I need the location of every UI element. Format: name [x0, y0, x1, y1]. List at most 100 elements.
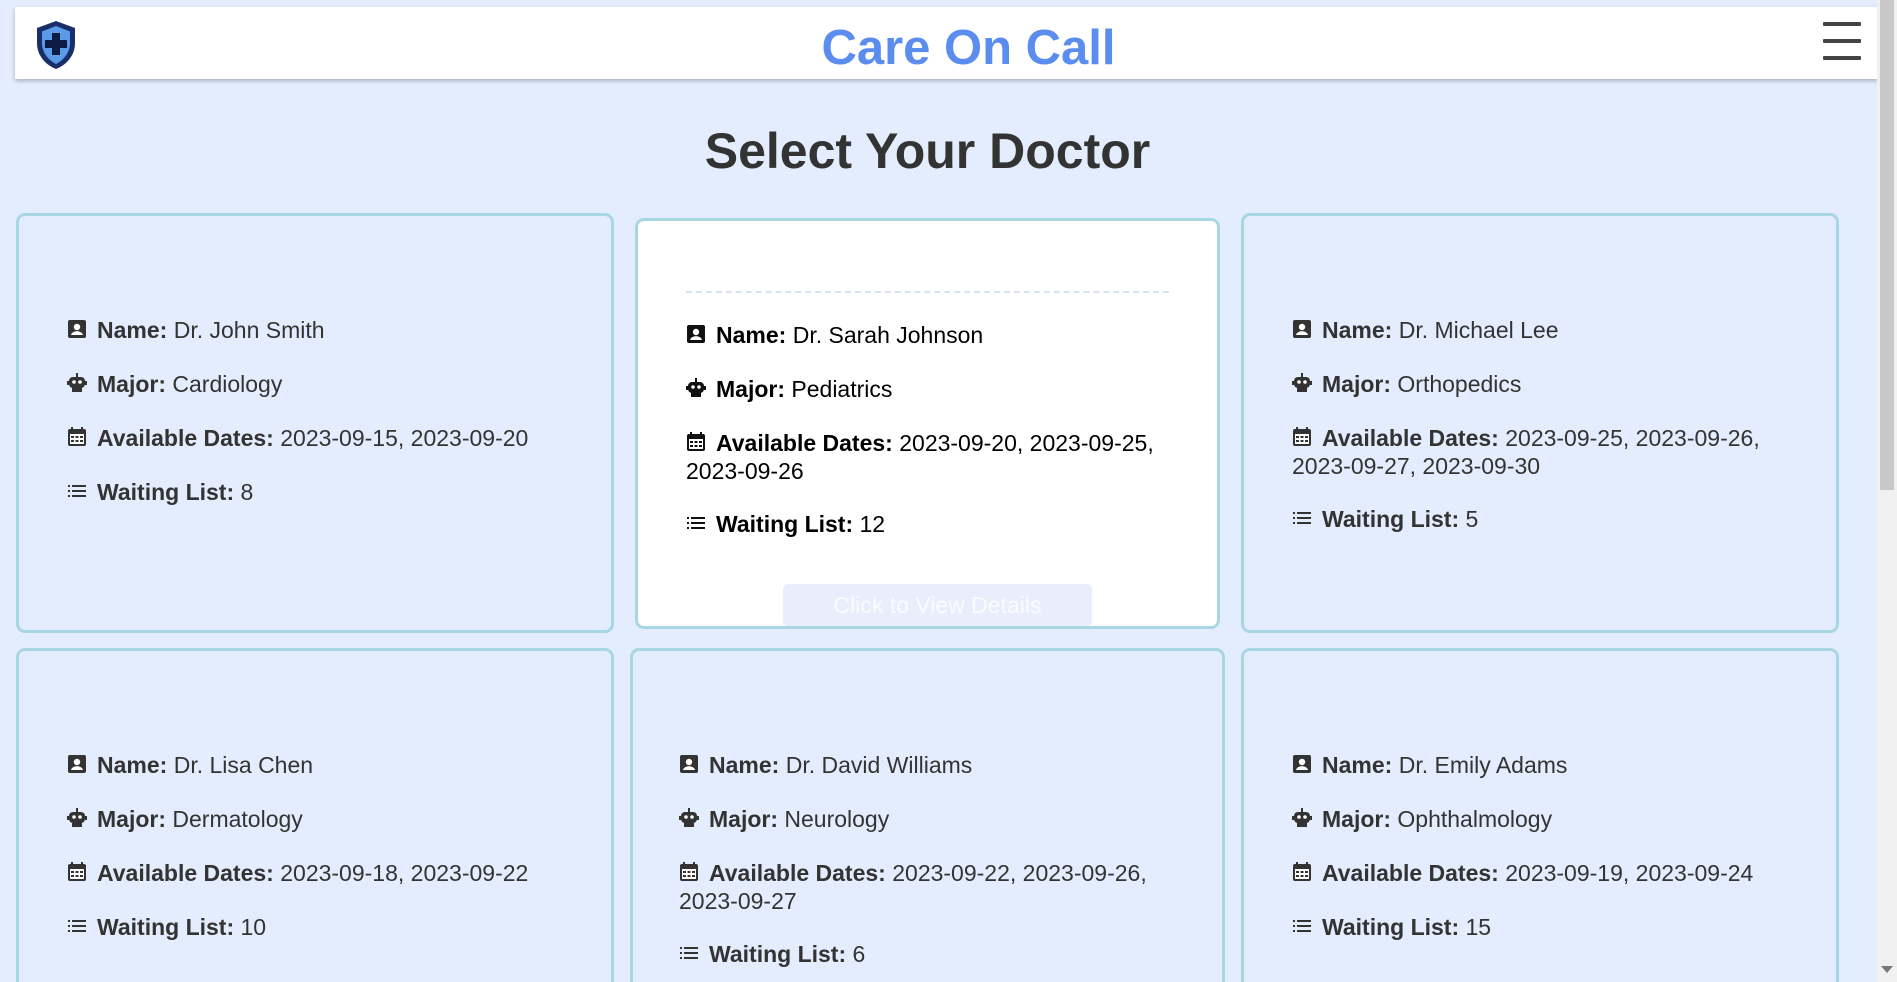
id-card-icon	[1292, 752, 1314, 774]
doctor-waiting: 12	[859, 511, 886, 537]
dates-label: Available Dates:	[716, 430, 893, 456]
doctor-waiting: 6	[852, 941, 866, 967]
list-icon	[679, 941, 701, 963]
doctor-major: Orthopedics	[1397, 371, 1522, 397]
doctor-card[interactable]: Name: Dr. Michael Lee Major: Orthopedics…	[1241, 213, 1839, 633]
doctor-waiting-row: Waiting List: 15	[1292, 913, 1788, 941]
doctor-card[interactable]: Name: Dr. David Williams Major: Neurolog…	[630, 648, 1225, 982]
doctor-waiting-row: Waiting List: 12	[686, 510, 1169, 538]
scroll-down-arrow-icon[interactable]	[1881, 966, 1893, 973]
hamburger-menu-icon[interactable]	[1823, 20, 1861, 62]
doctor-name: Dr. Emily Adams	[1398, 752, 1568, 778]
doctor-name-row: Name: Dr. Lisa Chen	[67, 751, 563, 779]
robot-icon	[1292, 806, 1314, 828]
doctor-major: Neurology	[784, 806, 890, 832]
site-header: Care On Call	[15, 7, 1878, 79]
waiting-label: Waiting List:	[709, 941, 847, 967]
doctor-dates-row: Available Dates: 2023-09-25, 2023-09-26,…	[1292, 424, 1788, 480]
waiting-label: Waiting List:	[1322, 506, 1460, 532]
dates-label: Available Dates:	[1322, 860, 1499, 886]
major-label: Major:	[97, 806, 166, 832]
list-icon	[686, 511, 708, 533]
major-label: Major:	[1322, 806, 1391, 832]
calendar-icon	[67, 860, 89, 882]
robot-icon	[67, 371, 89, 393]
doctor-dates-row: Available Dates: 2023-09-19, 2023-09-24	[1292, 859, 1788, 887]
dates-label: Available Dates:	[1322, 425, 1499, 451]
dates-label: Available Dates:	[709, 860, 886, 886]
doctor-card[interactable]: Name: Dr. Emily Adams Major: Ophthalmolo…	[1241, 648, 1839, 982]
robot-icon	[67, 806, 89, 828]
name-label: Name:	[716, 322, 787, 348]
waiting-label: Waiting List:	[716, 511, 854, 537]
dates-label: Available Dates:	[97, 860, 274, 886]
doctor-major: Dermatology	[172, 806, 303, 832]
doctor-name-row: Name: Dr. Emily Adams	[1292, 751, 1788, 779]
doctor-major-row: Major: Ophthalmology	[1292, 805, 1788, 833]
doctor-name: Dr. Lisa Chen	[173, 752, 314, 778]
list-icon	[1292, 914, 1314, 936]
waiting-label: Waiting List:	[97, 479, 235, 505]
doctor-major: Pediatrics	[791, 376, 893, 402]
doctor-major: Cardiology	[172, 371, 283, 397]
list-icon	[1292, 506, 1314, 528]
vertical-scrollbar[interactable]	[1877, 0, 1897, 982]
page: Care On Call Select Your Doctor Name: Dr…	[0, 0, 1897, 982]
doctor-dates: 2023-09-15, 2023-09-20	[280, 425, 529, 451]
doctor-dates-row: Available Dates: 2023-09-18, 2023-09-22	[67, 859, 563, 887]
doctor-card-hovered[interactable]: Name: Dr. Sarah Johnson Major: Pediatric…	[635, 218, 1220, 629]
id-card-icon	[1292, 317, 1314, 339]
doctor-card[interactable]: Name: Dr. John Smith Major: Cardiology A…	[16, 213, 614, 633]
doctor-major-row: Major: Pediatrics	[686, 375, 1169, 403]
doctor-dates-row: Available Dates: 2023-09-15, 2023-09-20	[67, 424, 563, 452]
list-icon	[67, 479, 89, 501]
doctor-major-row: Major: Neurology	[679, 805, 1174, 833]
site-title: Care On Call	[821, 21, 1116, 75]
id-card-icon	[679, 752, 701, 774]
doctor-waiting: 8	[240, 479, 254, 505]
calendar-icon	[67, 425, 89, 447]
name-label: Name:	[97, 752, 168, 778]
scrollbar-thumb[interactable]	[1880, 0, 1894, 490]
doctor-name: Dr. David Williams	[785, 752, 973, 778]
card-divider	[686, 291, 1169, 293]
calendar-icon	[679, 860, 701, 882]
calendar-icon	[1292, 425, 1314, 447]
calendar-icon	[1292, 860, 1314, 882]
doctor-waiting-row: Waiting List: 5	[1292, 505, 1788, 533]
waiting-label: Waiting List:	[97, 914, 235, 940]
major-label: Major:	[97, 371, 166, 397]
doctor-card[interactable]: Name: Dr. Lisa Chen Major: Dermatology A…	[16, 648, 614, 982]
doctor-waiting: 5	[1465, 506, 1479, 532]
doctor-name-row: Name: Dr. John Smith	[67, 316, 563, 344]
view-details-button[interactable]: Click to View Details	[783, 584, 1092, 626]
id-card-icon	[67, 317, 89, 339]
waiting-label: Waiting List:	[1322, 914, 1460, 940]
doctor-major: Ophthalmology	[1397, 806, 1553, 832]
doctor-waiting: 15	[1465, 914, 1492, 940]
doctor-name-row: Name: Dr. David Williams	[679, 751, 1174, 779]
major-label: Major:	[716, 376, 785, 402]
name-label: Name:	[97, 317, 168, 343]
major-label: Major:	[709, 806, 778, 832]
name-label: Name:	[1322, 752, 1393, 778]
doctor-major-row: Major: Dermatology	[67, 805, 563, 833]
doctor-name: Dr. John Smith	[173, 317, 325, 343]
doctor-waiting-row: Waiting List: 10	[67, 913, 563, 941]
doctor-name: Dr. Michael Lee	[1398, 317, 1559, 343]
name-label: Name:	[709, 752, 780, 778]
doctor-dates-row: Available Dates: 2023-09-20, 2023-09-25,…	[686, 429, 1169, 485]
robot-icon	[1292, 371, 1314, 393]
page-title: Select Your Doctor	[704, 123, 1151, 179]
doctor-dates-row: Available Dates: 2023-09-22, 2023-09-26,…	[679, 859, 1174, 915]
dates-label: Available Dates:	[97, 425, 274, 451]
doctor-major-row: Major: Cardiology	[67, 370, 563, 398]
doctor-name-row: Name: Dr. Michael Lee	[1292, 316, 1788, 344]
doctor-waiting-row: Waiting List: 6	[679, 940, 1174, 968]
doctor-major-row: Major: Orthopedics	[1292, 370, 1788, 398]
doctor-dates: 2023-09-19, 2023-09-24	[1505, 860, 1754, 886]
major-label: Major:	[1322, 371, 1391, 397]
robot-icon	[686, 376, 708, 398]
doctor-dates: 2023-09-18, 2023-09-22	[280, 860, 529, 886]
name-label: Name:	[1322, 317, 1393, 343]
